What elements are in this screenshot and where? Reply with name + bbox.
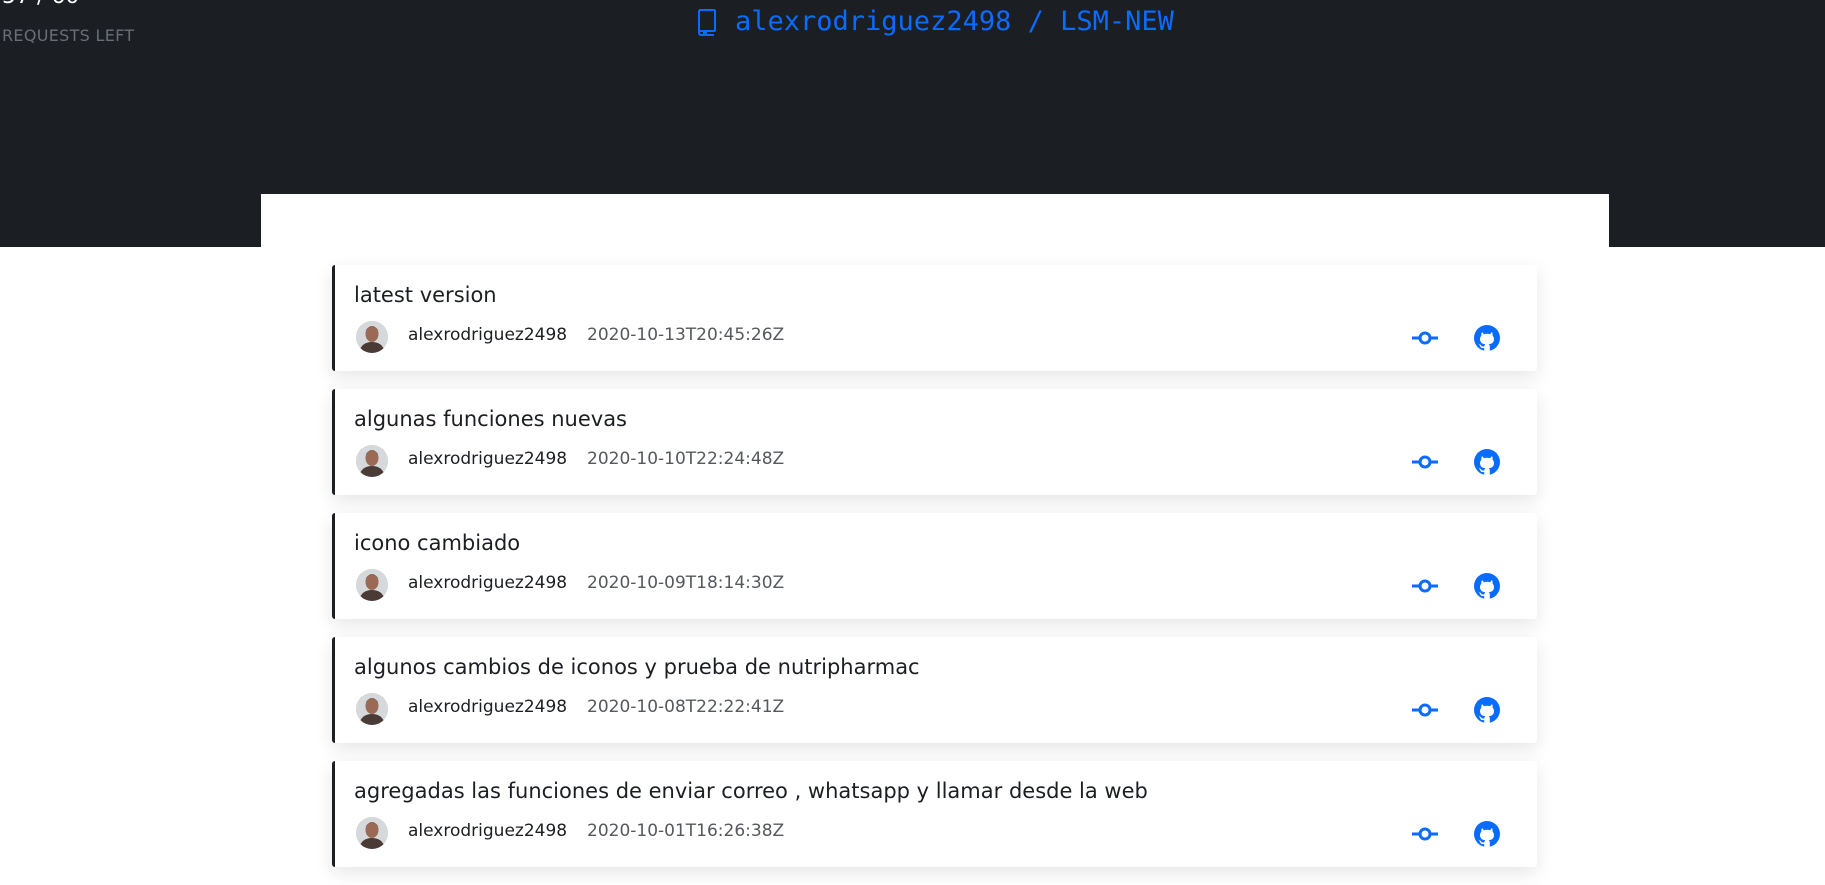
commit-message: algunos cambios de iconos y prueba de nu… <box>354 655 920 679</box>
commit-message: agregadas las funciones de enviar correo… <box>354 779 1148 803</box>
commit-author: alexrodriguez2498 <box>408 449 568 469</box>
git-commit-icon[interactable] <box>1410 447 1440 477</box>
commit-author: alexrodriguez2498 <box>408 697 568 717</box>
commit-card: algunos cambios de iconos y prueba de nu… <box>332 637 1537 743</box>
git-commit-icon[interactable] <box>1410 819 1440 849</box>
github-icon[interactable] <box>1472 819 1502 849</box>
commit-card: algunas funciones nuevas alexrodriguez24… <box>332 389 1537 495</box>
commit-card: icono cambiado alexrodriguez2498 2020-10… <box>332 513 1537 619</box>
git-commit-icon[interactable] <box>1410 571 1440 601</box>
avatar <box>356 445 388 477</box>
repo-title-link[interactable]: alexrodriguez2498 / LSM-NEW <box>695 6 1174 37</box>
github-icon[interactable] <box>1472 695 1502 725</box>
avatar <box>356 321 388 353</box>
commit-message: algunas funciones nuevas <box>354 407 627 431</box>
github-icon[interactable] <box>1472 447 1502 477</box>
commit-list: latest version alexrodriguez2498 2020-10… <box>332 265 1537 885</box>
commit-card: agregadas las funciones de enviar correo… <box>332 761 1537 867</box>
rate-limit-count: 57 / 60 <box>2 0 79 8</box>
commit-date: 2020-10-01T16:26:38Z <box>587 821 785 841</box>
book-icon <box>698 8 716 36</box>
avatar <box>356 693 388 725</box>
commit-date: 2020-10-10T22:24:48Z <box>587 449 785 469</box>
commit-date: 2020-10-13T20:45:26Z <box>587 325 785 345</box>
avatar <box>356 817 388 849</box>
commit-author: alexrodriguez2498 <box>408 573 568 593</box>
github-icon[interactable] <box>1472 323 1502 353</box>
commit-message: latest version <box>354 283 497 307</box>
github-icon[interactable] <box>1472 571 1502 601</box>
commit-author: alexrodriguez2498 <box>408 821 568 841</box>
avatar <box>356 569 388 601</box>
commit-message: icono cambiado <box>354 531 521 555</box>
git-commit-icon[interactable] <box>1410 323 1440 353</box>
rate-limit-label: REQUESTS LEFT <box>2 26 135 45</box>
commit-card: latest version alexrodriguez2498 2020-10… <box>332 265 1537 371</box>
git-commit-icon[interactable] <box>1410 695 1440 725</box>
commit-author: alexrodriguez2498 <box>408 325 568 345</box>
commit-date: 2020-10-09T18:14:30Z <box>587 573 785 593</box>
repo-title-text: alexrodriguez2498 / LSM-NEW <box>735 6 1174 37</box>
commit-date: 2020-10-08T22:22:41Z <box>587 697 785 717</box>
